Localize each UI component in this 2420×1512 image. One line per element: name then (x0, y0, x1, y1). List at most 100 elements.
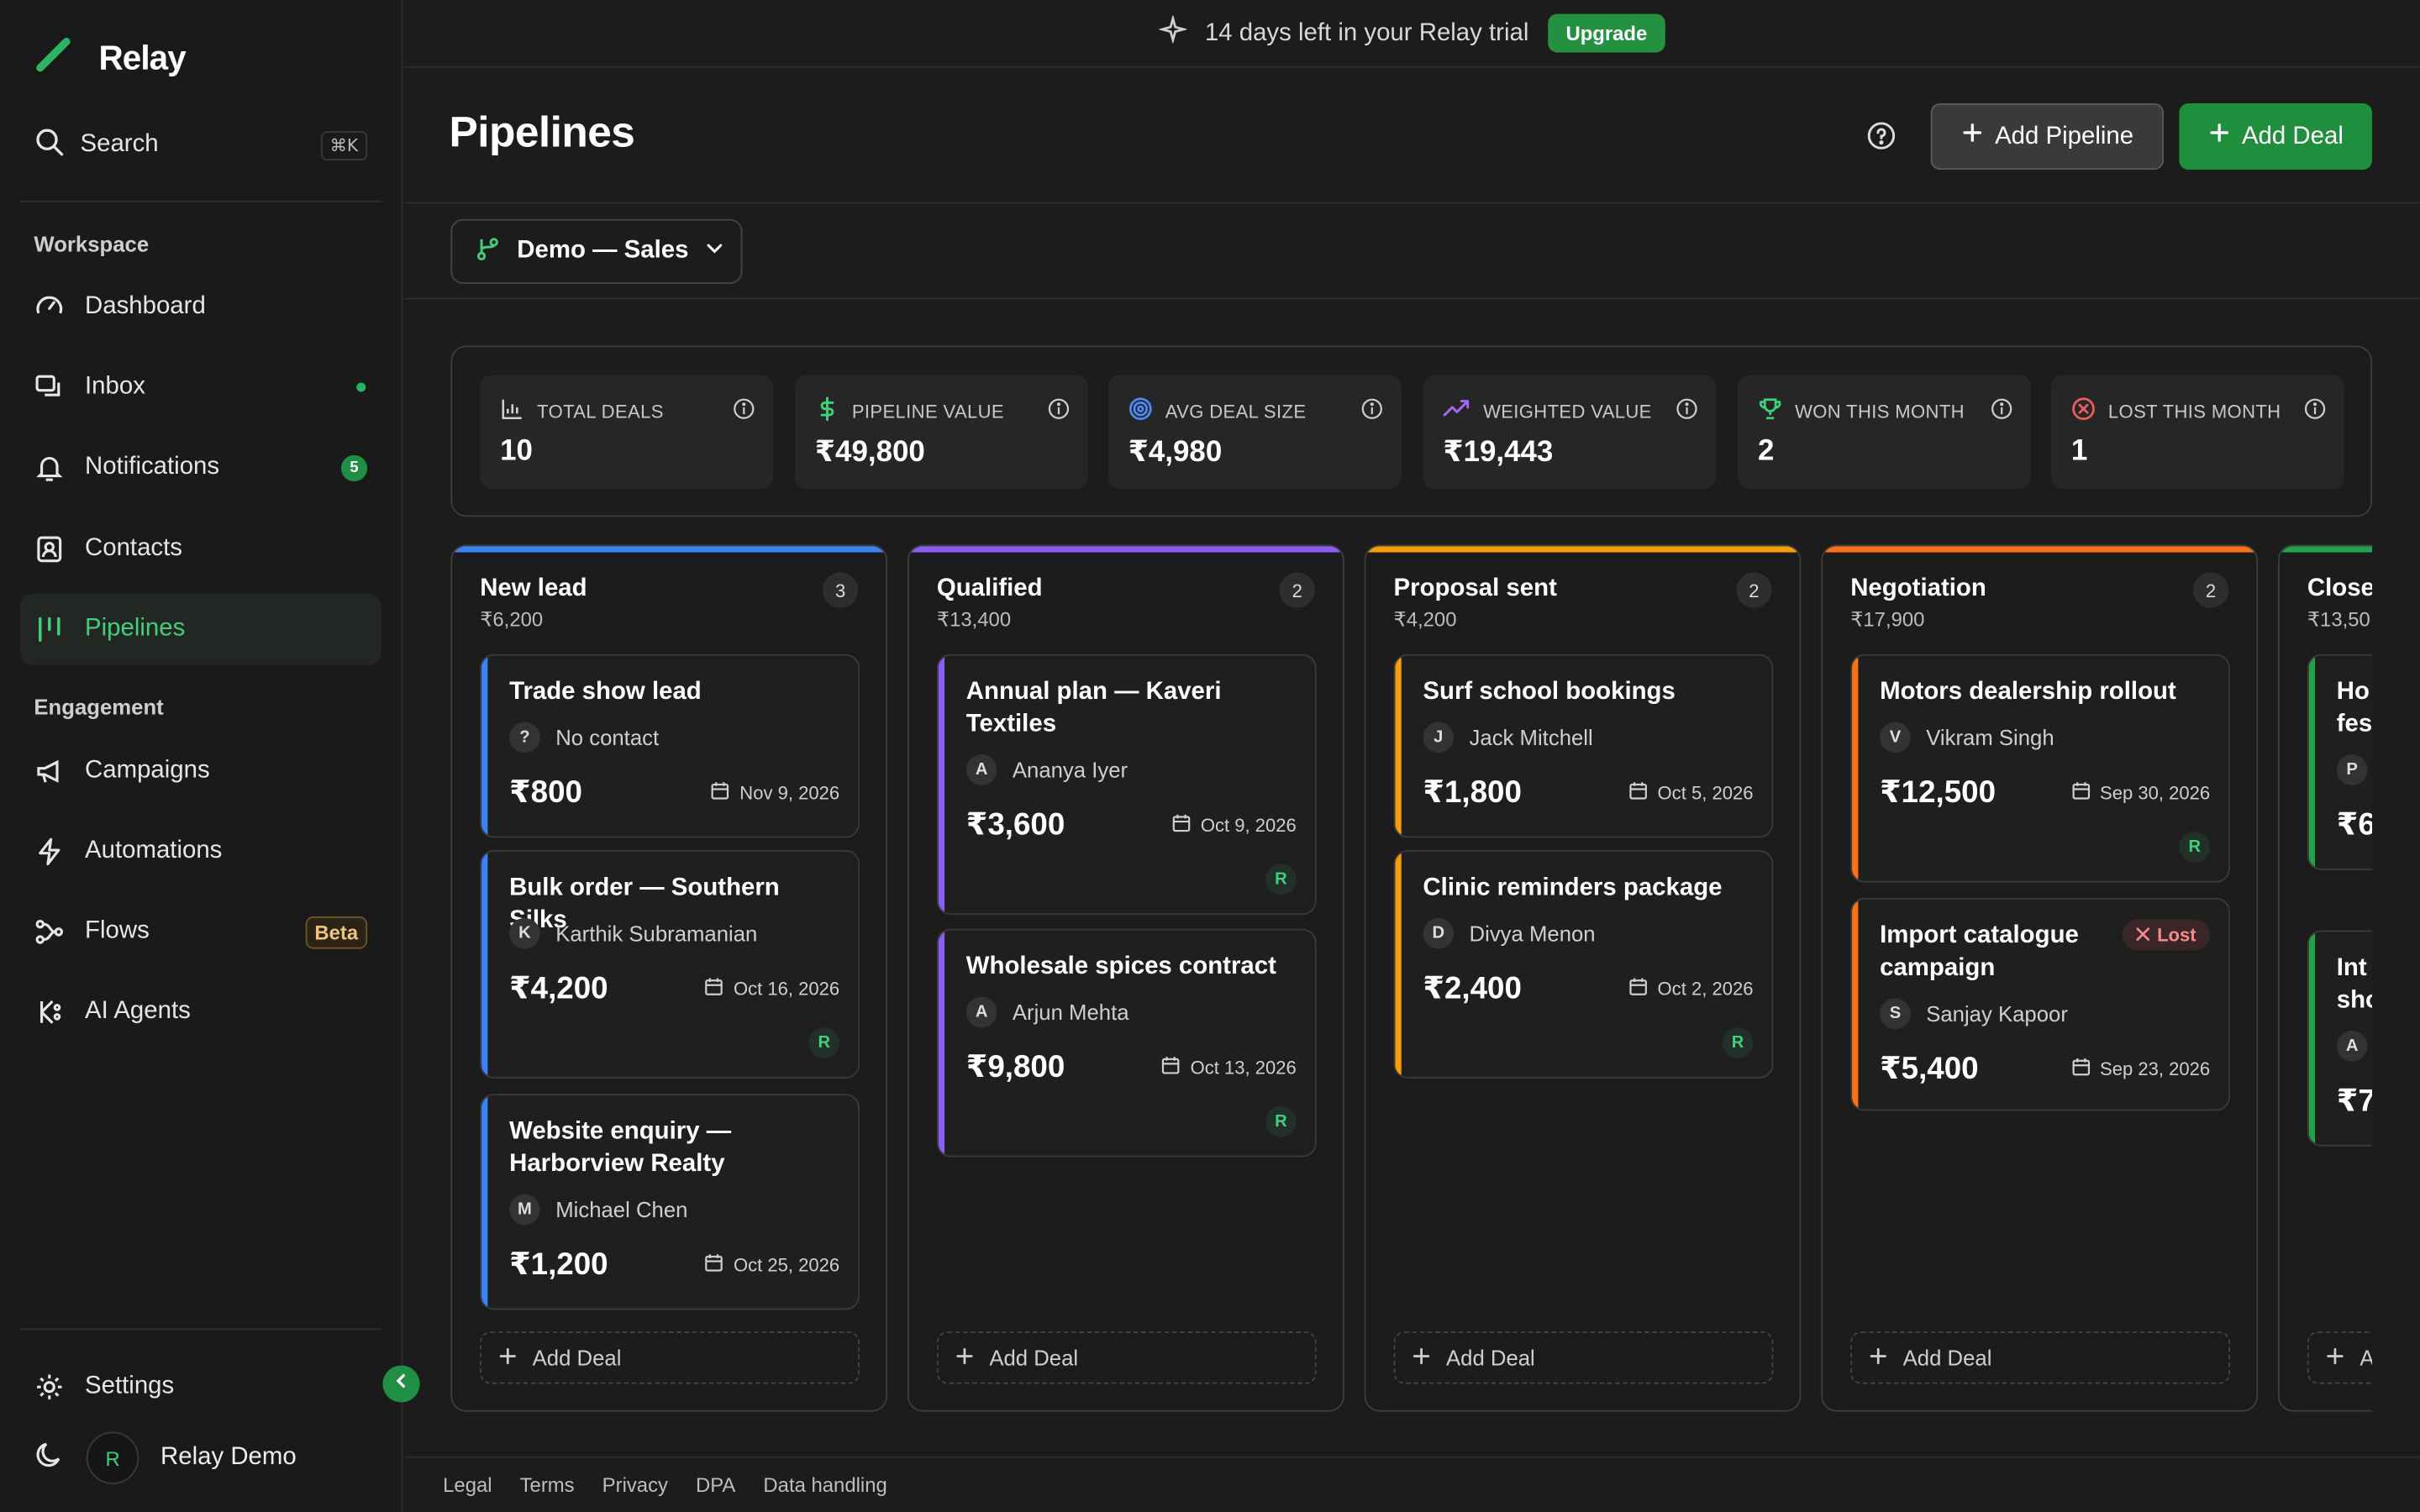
deal-card[interactable]: Website enquiry — Harborview Realty M Mic… (480, 1094, 860, 1310)
info-icon[interactable] (1048, 398, 1070, 428)
pipeline-select[interactable]: Demo — Sales (450, 218, 743, 284)
add-deal-button[interactable]: Add Deal (1850, 1331, 2231, 1384)
deal-amount: ₹12,500 (1880, 775, 1996, 811)
moon-icon[interactable] (34, 1439, 65, 1478)
deal-accent (2308, 932, 2316, 1145)
deal-card[interactable]: Int sho A ₹7, (2307, 930, 2373, 1147)
sidebar-item-contacts[interactable]: Contacts (20, 514, 381, 585)
deal-date: Oct 5, 2026 (1628, 780, 1753, 805)
footer-link-data-handling[interactable]: Data handling (763, 1473, 886, 1497)
brand-name: Relay (98, 37, 187, 76)
calendar-icon (1628, 977, 1649, 1001)
info-icon[interactable] (1676, 398, 1698, 428)
owner-avatar: R (1722, 1027, 1754, 1058)
info-icon[interactable] (2304, 398, 2326, 428)
deal-card[interactable]: Bulk order — Southern Silks K Karthik Sub… (480, 850, 860, 1079)
sidebar-item-inbox[interactable]: Inbox (20, 352, 381, 423)
add-deal-button[interactable]: Add Deal (936, 1331, 1317, 1384)
stat-card-weighted-value: WEIGHTED VALUE ₹19,443 (1423, 375, 1717, 490)
deal-title: Ho fes (2336, 679, 2373, 738)
upgrade-button[interactable]: Upgrade (1547, 13, 1666, 53)
help-icon[interactable] (1866, 120, 1897, 159)
user-menu[interactable]: R Relay Demo (34, 1431, 297, 1484)
owner-avatar: R (808, 1027, 840, 1058)
deal-card[interactable]: Clinic reminders package D Divya Menon ₹2… (1393, 850, 1774, 1079)
contact-name: Sanjay Kapoor (1926, 1001, 2068, 1026)
deal-card[interactable]: Trade show lead ? No contact ₹800 Nov 9, … (480, 654, 860, 838)
add-deal-button[interactable]: Add Deal (1393, 1331, 1774, 1384)
deal-card[interactable]: Annual plan — Kaveri Textiles A Ananya Iy… (936, 654, 1317, 916)
deal-contact: P (2336, 754, 2368, 785)
contact-name: Vikram Singh (1926, 725, 2054, 750)
footer-link-legal[interactable]: Legal (443, 1473, 492, 1497)
sidebar-item-pipelines[interactable]: Pipelines (19, 594, 381, 665)
add-deal-button[interactable]: Add Deal (480, 1331, 860, 1384)
deal-title: Trade show lead (509, 679, 702, 706)
deal-title: Int sho (2336, 954, 2372, 1014)
lost-status-badge: Lost (2121, 919, 2211, 951)
deal-accent (1852, 899, 1859, 1110)
deal-title: Import catalogue campaign (1880, 922, 2079, 982)
deal-card[interactable]: Motors dealership rollout V Vikram Singh … (1850, 654, 2231, 883)
calendar-icon (710, 780, 730, 805)
stat-value: 1 (2070, 434, 2088, 468)
add-deal-button[interactable]: A (2307, 1331, 2373, 1384)
owner-avatar: R (2179, 831, 2211, 863)
footer-link-dpa[interactable]: DPA (696, 1473, 735, 1497)
bolt-icon (33, 835, 66, 869)
add-deal-button[interactable]: Add Deal (2179, 103, 2373, 171)
deal-card[interactable]: Wholesale spices contract A Arjun Mehta ₹… (936, 928, 1317, 1158)
chevron-left-icon (392, 1370, 411, 1398)
stage-color-bar (908, 546, 1343, 553)
contact-name: No contact (555, 725, 660, 750)
info-icon[interactable] (1991, 398, 2012, 428)
sidebar-item-dashboard[interactable]: Dashboard (20, 271, 381, 342)
column-title: New lead (480, 575, 587, 602)
deal-date-text: Oct 9, 2026 (1200, 814, 1297, 837)
info-icon[interactable] (733, 398, 755, 428)
page-title: Pipelines (449, 108, 635, 156)
deal-card[interactable]: Import catalogue campaign Lost S Sanjay K… (1850, 897, 2231, 1111)
divider (19, 1328, 381, 1331)
search-button[interactable]: Search ⌘K (34, 127, 368, 164)
engagement-section-label: Engagement (34, 694, 164, 719)
add-pipeline-button[interactable]: Add Pipeline (1930, 103, 2165, 171)
column-sum: ₹6,200 (480, 607, 544, 632)
stat-card-total-deals: TOTAL DEALS 10 (480, 375, 774, 490)
brand[interactable]: Relay (34, 34, 187, 81)
deal-accent (938, 930, 945, 1156)
deal-card[interactable]: Surf school bookings J Jack Mitchell ₹1,8… (1393, 654, 1774, 838)
bell-icon (33, 450, 66, 484)
footer-link-terms[interactable]: Terms (520, 1473, 575, 1497)
deal-contact: A Ananya Iyer (965, 754, 1128, 785)
contact-avatar: K (509, 917, 540, 949)
deal-accent (2308, 655, 2316, 869)
column-sum: ₹17,900 (1850, 607, 1925, 632)
sidebar-item-notifications[interactable]: Notifications 5 (20, 432, 381, 502)
column-sum: ₹4,200 (1393, 607, 1457, 632)
info-icon[interactable] (1361, 398, 1383, 428)
target-icon (1128, 396, 1153, 426)
deal-date-text: Oct 25, 2026 (733, 1254, 840, 1276)
sidebar-item-flows[interactable]: Flows Beta (20, 896, 381, 967)
deal-card[interactable]: Ho fes P ₹6 (2307, 654, 2373, 870)
contact-avatar: A (2336, 1030, 2368, 1062)
sidebar-item-ai-agents[interactable]: AI Agents (20, 977, 381, 1047)
calendar-icon (2070, 1057, 2091, 1081)
user-name: Relay Demo (160, 1444, 297, 1471)
sidebar-item-settings[interactable]: Settings (20, 1352, 381, 1422)
bar-chart-icon (500, 396, 524, 426)
deal-amount: ₹7, (2336, 1084, 2372, 1119)
deal-contact: J Jack Mitchell (1423, 722, 1593, 753)
footer-link-privacy[interactable]: Privacy (602, 1473, 668, 1497)
stage-color-bar (1365, 546, 1800, 553)
sparkle-icon (1157, 13, 1188, 50)
sidebar-item-campaigns[interactable]: Campaigns (20, 736, 381, 806)
collapse-sidebar-button[interactable] (382, 1365, 420, 1403)
deal-amount: ₹6 (2336, 808, 2373, 843)
deal-date: Sep 30, 2026 (2070, 780, 2210, 805)
sidebar-item-automations[interactable]: Automations (20, 816, 381, 887)
deal-date: Oct 16, 2026 (704, 977, 839, 1001)
column-sum: ₹13,50 (2307, 607, 2370, 632)
inbox-icon (33, 370, 66, 404)
